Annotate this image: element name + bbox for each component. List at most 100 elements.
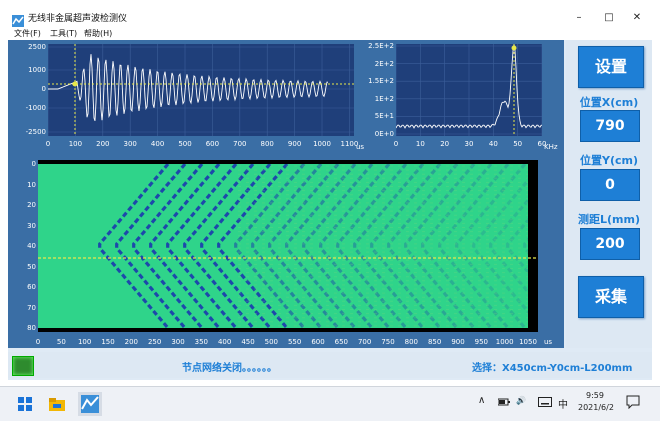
scan-x-tick: 350	[194, 338, 209, 346]
waveform-x-tick: 400	[150, 140, 165, 148]
scan-y-tick: 20	[27, 201, 36, 209]
scan-y-tick: 10	[27, 180, 36, 189]
waveform-x-tick: 100	[68, 140, 83, 148]
distance-value[interactable]: 200	[580, 228, 640, 260]
spectrum-x-tick: 20	[440, 140, 450, 148]
distance-label: 测距L(mm)	[578, 213, 640, 226]
menu-help[interactable]: 帮助(H)	[84, 28, 112, 40]
scan-x-unit: us	[544, 338, 553, 346]
clock-date[interactable]: 2021/6/2	[578, 403, 614, 412]
waveform-x-tick: 200	[96, 140, 110, 148]
spectrum-y-tick: 5E+1	[374, 112, 394, 121]
close-button[interactable]: ✕	[622, 8, 652, 28]
scan-y-tick: 60	[27, 283, 36, 291]
app-taskbar-icon[interactable]	[78, 392, 102, 416]
spectrum-y-tick: 2E+2	[374, 59, 394, 68]
pos-y-value[interactable]: 0	[580, 169, 640, 201]
scan-y-tick: 30	[27, 221, 36, 230]
waveform-marker	[72, 81, 78, 87]
waveform-x-tick: 500	[178, 140, 192, 148]
menu-tools[interactable]: 工具(T)	[50, 28, 77, 40]
keyboard-icon[interactable]	[538, 397, 552, 409]
spectrum-x-tick: 30	[464, 140, 474, 148]
spectrum-chart	[395, 44, 543, 136]
scan-x-tick: 900	[451, 338, 465, 346]
scan-x-tick: 550	[287, 338, 302, 346]
scan-x-tick: 200	[124, 338, 139, 346]
pos-x-value[interactable]: 790	[580, 110, 640, 142]
waveform-plot[interactable]	[47, 44, 354, 136]
spectrum-y-tick: 1.5E+2	[368, 77, 394, 86]
acquire-button[interactable]: 采集	[578, 276, 644, 318]
pos-x-label: 位置X(cm)	[579, 96, 639, 109]
waveform-x-tick: 800	[260, 140, 274, 148]
scan-border	[528, 160, 538, 332]
scan-x-tick: 700	[357, 338, 372, 346]
selection-readout: 选择：X450cm-Y0cm-L200mm	[472, 363, 633, 374]
tray-chevron-icon[interactable]: ∧	[478, 395, 485, 406]
status-bar: 节点网络关闭。。。。。。 选择：X450cm-Y0cm-L200mm	[8, 352, 652, 378]
scan-x-tick: 250	[147, 338, 162, 346]
menu-file[interactable]: 文件(F)	[14, 28, 41, 40]
ime-indicator[interactable]: 中	[558, 396, 568, 411]
scan-y-tick: 50	[27, 262, 36, 271]
waveform-chart	[47, 44, 354, 136]
scan-y-tick: 80	[27, 324, 36, 332]
spectrum-y-tick: 0E+0	[374, 130, 394, 138]
scan-x-tick: 800	[404, 338, 419, 346]
waveform-x-tick: 0	[45, 140, 51, 148]
scan-x-tick: 450	[241, 338, 255, 346]
taskbar: ∧ 🔊 中 9:59 2021/6/2	[0, 386, 660, 421]
waveform-y-tick: -2500	[25, 128, 46, 136]
waveform-x-tick: 300	[123, 140, 137, 148]
waveform-x-tick: 1000	[313, 140, 331, 148]
waveform-x-tick: 700	[233, 140, 247, 148]
notification-icon[interactable]	[626, 395, 640, 411]
client-area: us KHz us 2500 1000 0 -1000 -2500 0 100 200 300 4…	[8, 40, 652, 380]
waveform-x-tick: 600	[205, 140, 220, 148]
scan-border	[38, 160, 538, 164]
scan-x-tick: 50	[56, 338, 66, 346]
spectrum-x-tick: 10	[415, 140, 425, 148]
waveform-x-tick: 1100	[340, 140, 359, 148]
scan-x-tick: 950	[474, 338, 489, 346]
spectrum-plot[interactable]	[395, 44, 543, 136]
file-explorer-icon[interactable]	[48, 395, 66, 413]
windows-start-icon[interactable]	[16, 395, 34, 413]
maximize-button[interactable]: □	[594, 8, 624, 28]
title-bar: 无线非金属超声波检测仪 – □ ✕	[8, 8, 652, 28]
scan-y-tick: 70	[27, 303, 36, 312]
spectrum-x-tick: 0	[393, 140, 399, 148]
volume-icon[interactable]: 🔊	[516, 396, 526, 405]
scan-image[interactable]	[38, 160, 595, 332]
scan-x-tick: 400	[217, 338, 232, 346]
minimize-button[interactable]: –	[564, 8, 594, 28]
app-icon	[12, 12, 24, 27]
spectrum-y-tick: 2.5E+2	[368, 42, 394, 50]
scan-x-tick: 600	[311, 338, 325, 346]
scan-x-tick: 850	[427, 338, 442, 346]
scan-y-tick: 40	[27, 242, 36, 250]
window-title: 无线非金属超声波检测仪	[28, 14, 128, 24]
scan-x-tick: 300	[171, 338, 185, 346]
spectrum-x-tick: 50	[513, 140, 523, 148]
menu-bar: 文件(F) 工具(T) 帮助(H)	[8, 28, 652, 40]
plot-panel: us KHz us 2500 1000 0 -1000 -2500 0 100 200 300 4…	[8, 40, 595, 348]
spectrum-y-tick: 1E+2	[374, 94, 394, 103]
waveform-y-tick: 2500	[28, 43, 46, 51]
spectrum-x-tick: 60	[537, 140, 547, 148]
waveform-y-tick: 1000	[28, 66, 46, 74]
scan-border	[38, 328, 538, 332]
spectrum-x-tick: 40	[488, 140, 498, 148]
battery-icon[interactable]	[497, 398, 510, 408]
settings-button[interactable]: 设置	[578, 46, 644, 88]
scan-x-tick: 150	[101, 338, 115, 346]
scan-x-tick: 100	[77, 338, 92, 346]
scan-x-tick: 750	[381, 338, 395, 346]
clock-time[interactable]: 9:59	[586, 391, 604, 400]
scan-heatmap	[38, 160, 595, 332]
waveform-y-tick: 0	[41, 85, 46, 93]
scan-x-tick: 500	[264, 338, 279, 346]
scan-y-tick: 0	[31, 160, 36, 168]
scan-x-tick: 0	[35, 338, 41, 346]
